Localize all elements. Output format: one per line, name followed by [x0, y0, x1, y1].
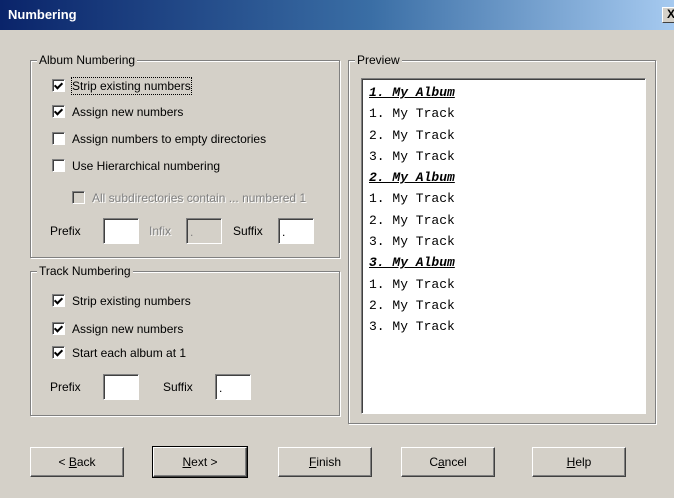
- album-subdirectories-box: [72, 191, 85, 204]
- cancel-button[interactable]: Cancel: [401, 447, 495, 477]
- album-infix-input: .: [186, 218, 222, 244]
- album-numbering-legend: Album Numbering: [37, 53, 138, 67]
- preview-album-line: 3. My Album: [369, 255, 455, 271]
- track-numbering-legend: Track Numbering: [37, 264, 133, 278]
- album-hierarchical-label: Use Hierarchical numbering: [72, 159, 221, 173]
- track-suffix-label: Suffix: [163, 380, 193, 394]
- back-button[interactable]: < Back: [30, 447, 124, 477]
- window-title: Numbering: [8, 7, 77, 22]
- preview-list: 1. My Album 1. My Track 2. My Track 3. My T…: [361, 78, 646, 414]
- track-prefix-label: Prefix: [50, 380, 81, 394]
- preview-album-line: 1. My Album: [369, 85, 455, 100]
- track-assign-new-box[interactable]: [52, 322, 65, 335]
- preview-track-line: 1. My Track: [369, 106, 455, 122]
- album-suffix-label: Suffix: [233, 224, 263, 238]
- track-assign-new-label: Assign new numbers: [72, 322, 184, 336]
- album-subdirectories-label: All subdirectories contain ... numbered …: [92, 191, 307, 205]
- preview-track-line: 2. My Track: [369, 127, 455, 143]
- preview-track-line: 1. My Track: [369, 191, 455, 207]
- album-suffix-input[interactable]: .: [278, 218, 314, 244]
- close-button[interactable]: X: [662, 7, 674, 23]
- track-strip-existing-label: Strip existing numbers: [72, 294, 191, 308]
- finish-button[interactable]: Finish: [278, 447, 372, 477]
- preview-track-line: 3. My Track: [369, 319, 455, 335]
- title-bar: Numbering X: [0, 0, 674, 30]
- album-prefix-label: Prefix: [50, 224, 81, 238]
- album-empty-dirs-label: Assign numbers to empty directories: [72, 132, 267, 146]
- album-empty-dirs-box[interactable]: [52, 132, 65, 145]
- album-strip-existing-label: Strip existing numbers: [71, 77, 192, 95]
- preview-track-line: 3. My Track: [369, 148, 455, 164]
- album-assign-new-label: Assign new numbers: [72, 105, 184, 119]
- album-prefix-input[interactable]: [103, 218, 139, 244]
- album-strip-existing-box[interactable]: [52, 79, 65, 92]
- album-assign-new-box[interactable]: [52, 105, 65, 118]
- track-start-at-one-label: Start each album at 1: [72, 346, 187, 360]
- preview-track-line: 2. My Track: [369, 297, 455, 313]
- next-button[interactable]: Next >: [152, 446, 248, 478]
- track-start-at-one-box[interactable]: [52, 346, 65, 359]
- album-infix-label: Infix: [149, 224, 172, 238]
- album-hierarchical-box[interactable]: [52, 159, 65, 172]
- preview-track-line: 3. My Track: [369, 234, 455, 250]
- preview-track-line: 2. My Track: [369, 212, 455, 228]
- track-prefix-input[interactable]: [103, 374, 139, 400]
- preview-legend: Preview: [355, 53, 402, 67]
- preview-track-line: 1. My Track: [369, 276, 455, 292]
- track-strip-existing-box[interactable]: [52, 294, 65, 307]
- track-suffix-input[interactable]: .: [215, 374, 251, 400]
- preview-album-line: 2. My Album: [369, 170, 455, 186]
- help-button[interactable]: Help: [532, 447, 626, 477]
